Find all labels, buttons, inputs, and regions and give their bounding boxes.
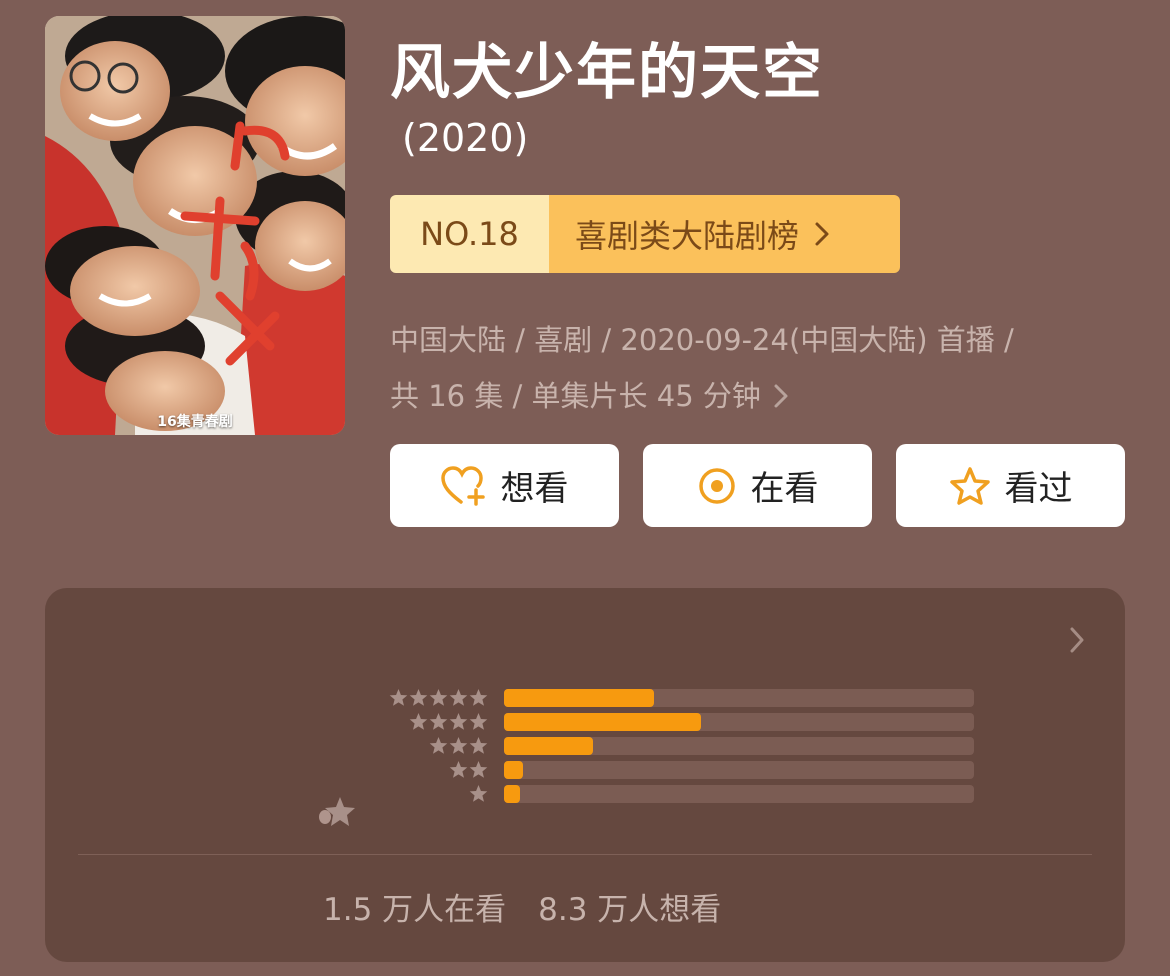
star-icon <box>949 466 990 505</box>
star-icon <box>449 713 468 730</box>
rating-bar-track <box>504 761 974 779</box>
rating-bar-track <box>504 689 974 707</box>
star-icon <box>469 713 488 730</box>
star-icon <box>449 689 468 706</box>
rank-number: NO.18 <box>390 195 549 273</box>
chevron-right-icon <box>815 222 829 246</box>
want-to-watch-button[interactable]: 想看 <box>390 444 619 527</box>
rank-badge[interactable]: NO.18 喜剧类大陆剧榜 <box>390 195 900 273</box>
poster-artwork <box>45 16 345 435</box>
rating-panel[interactable]: 1.5 万人在看 8.3 万人想看 <box>45 588 1125 962</box>
meta-line-2-text: 共 16 集 / 单集片长 45 分钟 <box>390 379 761 413</box>
panel-divider <box>78 854 1092 855</box>
release-year: (2020) <box>402 116 529 160</box>
star-icon <box>429 737 448 754</box>
page-title: 风犬少年的天空 <box>390 38 824 108</box>
rating-bar-fill <box>504 761 523 779</box>
rating-bar-fill <box>504 737 593 755</box>
star-icon <box>409 713 428 730</box>
star-icon <box>449 761 468 778</box>
rating-bar-track <box>504 713 974 731</box>
meta-line-2: 共 16 集 / 单集片长 45 分钟 <box>390 368 1110 424</box>
rating-bar-fill <box>504 785 520 803</box>
star-icon <box>469 761 488 778</box>
rating-row-stars <box>409 712 488 731</box>
poster-caption: 16集青春剧 <box>157 414 233 430</box>
rating-row-stars <box>469 784 488 803</box>
rating-row-3-star <box>385 736 975 755</box>
watching-count: 1.5 万人在看 <box>323 892 507 928</box>
star-icon <box>449 737 468 754</box>
watching-label: 在看 <box>750 469 819 509</box>
meta-line-1: 中国大陆 / 喜剧 / 2020-09-24(中国大陆) 首播 / <box>390 323 1014 357</box>
rating-row-5-star <box>385 688 975 707</box>
chevron-right-icon[interactable] <box>1069 626 1085 654</box>
chevron-right-icon <box>774 384 788 408</box>
star-icon <box>389 689 408 706</box>
rating-row-stars <box>449 760 488 779</box>
rank-category: 喜剧类大陆剧榜 <box>549 195 900 273</box>
star-icon <box>469 689 488 706</box>
audience-counts: 1.5 万人在看 8.3 万人想看 <box>323 884 721 929</box>
rating-row-4-star <box>385 712 975 731</box>
target-icon <box>698 467 735 504</box>
star-icon <box>469 785 488 802</box>
star-icon <box>469 737 488 754</box>
poster-image[interactable]: 16集青春剧 <box>45 16 345 435</box>
rating-row-2-star <box>385 760 975 779</box>
watching-button[interactable]: 在看 <box>643 444 872 527</box>
watched-button[interactable]: 看过 <box>896 444 1125 527</box>
show-meta[interactable]: 中国大陆 / 喜剧 / 2020-09-24(中国大陆) 首播 / 共 16 集… <box>390 312 1110 424</box>
watched-label: 看过 <box>1004 469 1073 509</box>
want-to-watch-label: 想看 <box>500 469 569 509</box>
rating-bar-track <box>504 737 974 755</box>
rating-bar-fill <box>504 689 654 707</box>
star-icon <box>429 713 448 730</box>
want-count: 8.3 万人想看 <box>538 892 722 928</box>
rank-category-label: 喜剧类大陆剧榜 <box>575 217 800 255</box>
rating-bar-track <box>504 785 974 803</box>
empty-score-star-icon <box>319 797 355 826</box>
star-icon <box>409 689 428 706</box>
rating-row-1-star <box>385 784 975 803</box>
rating-bar-fill <box>504 713 701 731</box>
star-icon <box>429 689 448 706</box>
rating-row-stars <box>389 688 488 707</box>
heart-plus-icon <box>440 465 485 506</box>
rating-row-stars <box>429 736 488 755</box>
